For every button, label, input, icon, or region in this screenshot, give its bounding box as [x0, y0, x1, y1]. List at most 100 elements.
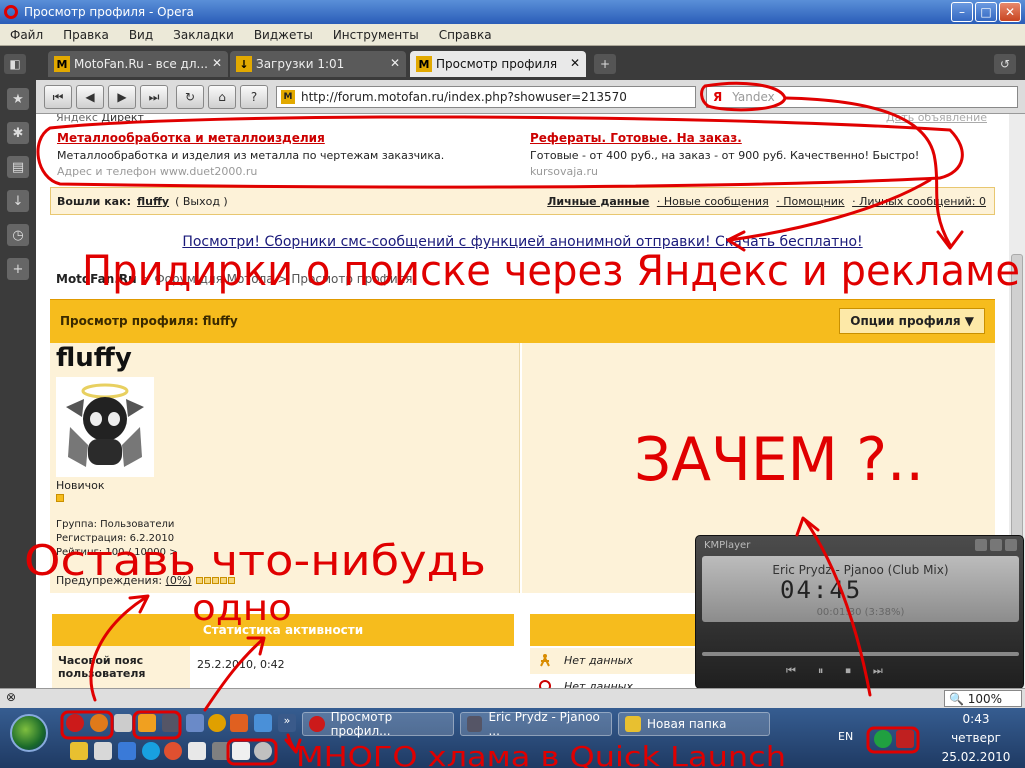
closed-tabs-icon[interactable]: ↺: [994, 54, 1016, 74]
breadcrumb-root[interactable]: MotoFan.Ru: [56, 272, 137, 286]
language-indicator[interactable]: EN: [838, 730, 853, 743]
menu-file[interactable]: Файл: [0, 28, 53, 42]
warn-pip-icon: [204, 577, 212, 584]
profile-options-button[interactable]: Опции профиля ▼: [839, 308, 985, 334]
downloads-panel-icon[interactable]: ↓: [7, 190, 29, 212]
address-input[interactable]: M http://forum.motofan.ru/index.php?show…: [276, 86, 696, 108]
app-quicklaunch-icon[interactable]: [94, 742, 112, 760]
media-quicklaunch-icon[interactable]: [138, 714, 156, 732]
new-tab-button[interactable]: +: [594, 54, 616, 74]
search-input[interactable]: Я Yandex: [706, 86, 1018, 108]
chrome-quicklaunch-icon[interactable]: [164, 742, 182, 760]
warnings-value[interactable]: (0%): [166, 574, 192, 587]
tab-close-icon[interactable]: ✕: [390, 56, 400, 70]
ad-title[interactable]: Рефераты. Готовые. На заказ.: [530, 131, 960, 145]
app-quicklaunch-icon[interactable]: [230, 714, 248, 732]
app-quicklaunch-icon[interactable]: [254, 714, 272, 732]
history-panel-icon[interactable]: ◷: [7, 224, 29, 246]
fast-forward-button[interactable]: ⏭: [140, 85, 168, 109]
zoom-select[interactable]: 🔍 100%: [944, 690, 1022, 707]
taskbar-opera-button[interactable]: Просмотр профил...: [302, 710, 454, 738]
private-messages-link[interactable]: · Личных сообщений: 0: [852, 195, 986, 208]
stop-icon[interactable]: ⏹: [845, 664, 851, 678]
helper-link[interactable]: · Помощник: [776, 195, 844, 208]
add-panel-icon[interactable]: +: [7, 258, 29, 280]
tab-motofan[interactable]: M MotoFan.Ru - все дл... ✕: [48, 51, 228, 77]
app-quicklaunch-icon[interactable]: [70, 742, 88, 760]
app-quicklaunch-icon[interactable]: [118, 742, 136, 760]
warn-pip-icon: [212, 577, 220, 584]
bookmarks-panel-icon[interactable]: ★: [7, 88, 29, 110]
prev-icon[interactable]: ⏮: [786, 664, 796, 678]
username-link[interactable]: fluffy: [137, 195, 169, 208]
menu-view[interactable]: Вид: [119, 28, 163, 42]
menu-bookmarks[interactable]: Закладки: [163, 28, 244, 42]
opera-turbo-icon[interactable]: ⊗: [6, 690, 16, 704]
kmp-close-icon[interactable]: [1005, 539, 1017, 551]
promo-link[interactable]: Посмотри! Сборники смс-сообщений с функц…: [36, 234, 1009, 250]
close-button[interactable]: ✕: [999, 2, 1021, 22]
quicklaunch-more-icon[interactable]: »: [278, 714, 296, 732]
kmp-minimize-icon[interactable]: [975, 539, 987, 551]
app-quicklaunch-icon[interactable]: [212, 742, 230, 760]
rewind-button[interactable]: ⏮: [44, 85, 72, 109]
seek-slider[interactable]: [702, 652, 1019, 656]
menu-widgets[interactable]: Виджеты: [244, 28, 323, 42]
ad-block: Металлообработка и металлоизделия Металл…: [57, 131, 487, 178]
personal-data-link[interactable]: Личные данные: [547, 195, 649, 208]
back-button[interactable]: ◀: [76, 85, 104, 109]
wand-button[interactable]: ?: [240, 85, 268, 109]
app-quicklaunch-icon[interactable]: [188, 742, 206, 760]
app-quicklaunch-icon[interactable]: [232, 742, 250, 760]
forward-button[interactable]: ▶: [108, 85, 136, 109]
ad-source[interactable]: kursovaja.ru: [530, 165, 960, 178]
widgets-panel-icon[interactable]: ✱: [7, 122, 29, 144]
tab-profile[interactable]: M Просмотр профиля ✕: [410, 51, 586, 77]
opera-quicklaunch-icon[interactable]: [66, 714, 84, 732]
tray-icon[interactable]: [874, 730, 892, 748]
home-button[interactable]: ⌂: [208, 85, 236, 109]
firefox-quicklaunch-icon[interactable]: [90, 714, 108, 732]
new-messages-link[interactable]: · Новые сообщения: [657, 195, 769, 208]
kmp-maximize-icon[interactable]: [990, 539, 1002, 551]
ads-direct-link[interactable]: Директ: [101, 114, 144, 124]
minimize-button[interactable]: –: [951, 2, 973, 22]
warn-pip-icon: [220, 577, 228, 584]
skype-quicklaunch-icon[interactable]: [142, 742, 160, 760]
kmplayer-quicklaunch-icon[interactable]: [162, 714, 180, 732]
tab-close-icon[interactable]: ✕: [570, 56, 580, 70]
taskbar-folder-button[interactable]: Новая папка: [618, 712, 770, 736]
ad-source[interactable]: Адрес и телефон www.duet2000.ru: [57, 165, 487, 178]
aimp-quicklaunch-icon[interactable]: [208, 714, 226, 732]
breadcrumb-mid[interactable]: > Форум для Мотола: [140, 272, 273, 286]
ad-description: Металлообработка и изделия из металла по…: [57, 149, 445, 162]
warnings-row: Предупреждения: (0%): [56, 574, 236, 587]
logout-link[interactable]: ( Выход ): [175, 195, 228, 208]
kmplayer-window[interactable]: KMPlayer Eric Prydz - Pjanoo (Club Mix) …: [695, 535, 1024, 689]
login-bar: Вошли как: fluffy ( Выход ) Личные данны…: [50, 187, 995, 215]
menu-tools[interactable]: Инструменты: [323, 28, 429, 42]
kmplayer-display: Eric Prydz - Pjanoo (Club Mix) 04:45 00:…: [702, 556, 1019, 622]
ads-place-link[interactable]: Дать объявление: [886, 114, 987, 124]
reload-button[interactable]: ↻: [176, 85, 204, 109]
ad-title[interactable]: Металлообработка и металлоизделия: [57, 131, 487, 145]
tray-icon[interactable]: [896, 730, 914, 748]
start-button[interactable]: [10, 714, 48, 752]
menu-edit[interactable]: Правка: [53, 28, 119, 42]
app-quicklaunch-icon[interactable]: [254, 742, 272, 760]
notes-panel-icon[interactable]: ▤: [7, 156, 29, 178]
tab-label: Загрузки 1:01: [256, 57, 345, 71]
next-icon[interactable]: ⏭: [873, 664, 883, 678]
mail-quicklaunch-icon[interactable]: [114, 714, 132, 732]
menu-help[interactable]: Справка: [429, 28, 502, 42]
system-clock[interactable]: 0:43 четверг 25.02.2010: [936, 710, 1016, 767]
panel-toggle-icon[interactable]: ◧: [4, 54, 26, 74]
app-quicklaunch-icon[interactable]: [186, 714, 204, 732]
search-placeholder: Yandex: [732, 90, 775, 104]
tab-downloads[interactable]: ↓ Загрузки 1:01 ✕: [230, 51, 406, 77]
taskbar-kmplayer-button[interactable]: Eric Prydz - Pjanoo ...: [460, 710, 612, 738]
scrollbar-thumb[interactable]: [1011, 254, 1023, 554]
pause-icon[interactable]: ⏸: [818, 664, 824, 678]
tab-close-icon[interactable]: ✕: [212, 56, 222, 70]
maximize-button[interactable]: □: [975, 2, 997, 22]
